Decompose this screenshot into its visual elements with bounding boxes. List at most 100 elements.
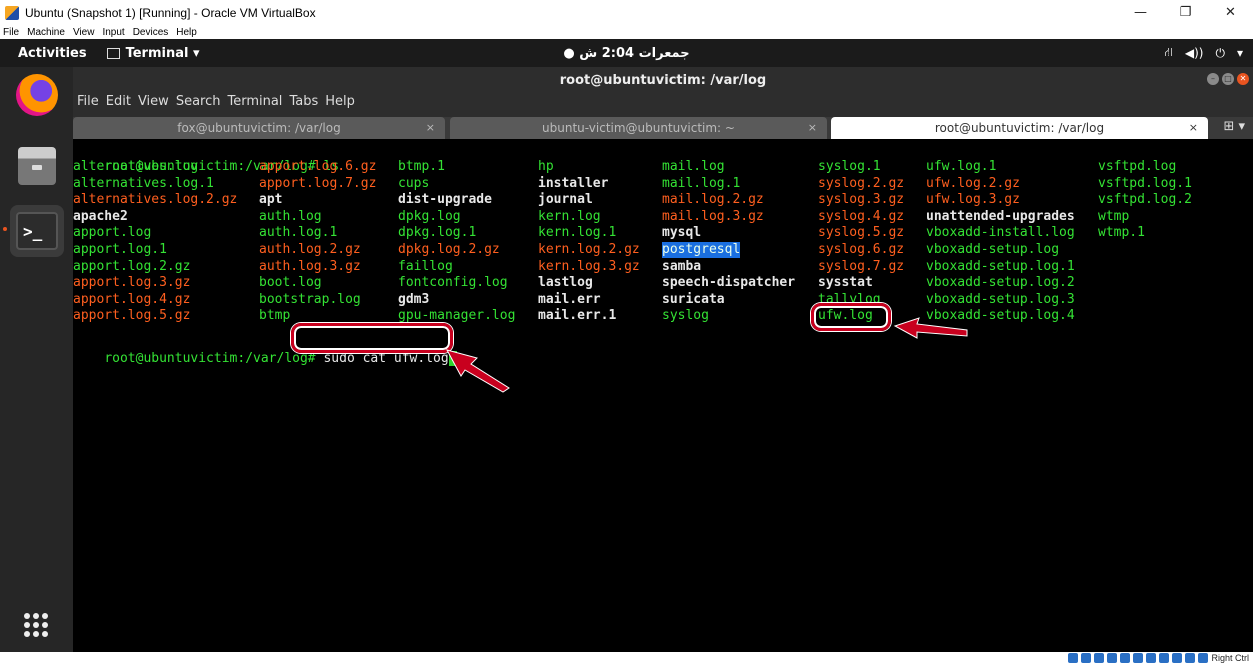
terminal-small-icon	[106, 47, 120, 59]
vbox-menu-help[interactable]: Help	[176, 27, 197, 38]
ls-entry: installer	[538, 175, 609, 191]
terminal-window-controls: – □ ✕	[1207, 73, 1249, 85]
keyboard-icon	[1198, 653, 1209, 663]
shared-folder-icon	[1133, 653, 1144, 663]
ls-entry: mail.err	[538, 291, 601, 307]
ls-entry: syslog.2.gz	[818, 175, 905, 191]
terminal-icon: >_	[16, 212, 58, 250]
ls-entry: alternatives.log.2.gz	[73, 192, 238, 208]
terminal-menu-search[interactable]: Search	[176, 94, 221, 109]
ls-entry: auth.log.2.gz	[259, 242, 361, 257]
close-icon[interactable]: ×	[426, 121, 435, 134]
ls-entry: mail.log.2.gz	[662, 192, 764, 208]
ls-entry: dist-upgrade	[398, 192, 492, 208]
ls-entry: syslog.5.gz	[818, 225, 905, 241]
activities-button[interactable]: Activities	[18, 46, 87, 61]
terminal-minimize-button[interactable]: –	[1207, 73, 1219, 85]
close-icon[interactable]: ×	[808, 121, 817, 134]
terminal-menu-file[interactable]: File	[77, 94, 99, 109]
terminal-menu-terminal[interactable]: Terminal	[227, 94, 282, 109]
ls-entry: apport.log.1	[73, 242, 167, 257]
terminal-output[interactable]: root@ubuntuvictim:/var/log# ls alternati…	[73, 139, 1253, 652]
vbox-menubar: File Machine View Input Devices Help	[0, 25, 1253, 39]
ls-entry: wtmp	[1098, 208, 1130, 224]
terminal-menu-view[interactable]: View	[138, 94, 169, 109]
terminal-menu-edit[interactable]: Edit	[106, 94, 131, 109]
new-tab-icon[interactable]: ⊞ ▾	[1223, 119, 1245, 134]
files-icon	[18, 147, 56, 185]
ls-entry: cups	[398, 175, 430, 191]
ls-entry: ufw.log.1	[926, 159, 997, 174]
ls-entry: mail.log.1	[662, 175, 741, 191]
ls-entry: btmp.1	[398, 159, 445, 174]
vbox-menu-input[interactable]: Input	[102, 27, 124, 38]
ls-entry: samba	[662, 258, 702, 274]
ls-entry: postgresql	[662, 242, 741, 258]
system-tray[interactable]: ⛙ ◀)) ⏻ ▾	[1164, 39, 1243, 67]
tab-root[interactable]: root@ubuntuvictim: /var/log ×	[831, 117, 1208, 139]
close-button[interactable]: ✕	[1208, 0, 1253, 25]
ls-entry: kern.log.1	[538, 225, 617, 241]
arrow-to-command-icon	[446, 349, 510, 393]
close-icon[interactable]: ×	[1189, 121, 1198, 134]
ls-entry: syslog.4.gz	[818, 208, 905, 224]
vbox-menu-file[interactable]: File	[3, 27, 19, 38]
dock-files[interactable]	[10, 140, 64, 192]
terminal-menu-tabs[interactable]: Tabs	[289, 94, 318, 109]
ls-entry: apport.log.7.gz	[259, 175, 377, 191]
ls-entry: syslog	[662, 308, 709, 324]
network-icon: ⛙	[1164, 45, 1173, 59]
ls-entry: fontconfig.log	[398, 275, 508, 291]
ls-entry: auth.log.1	[259, 225, 338, 241]
ls-entry: alternatives.log	[73, 159, 199, 174]
minimize-button[interactable]: —	[1118, 0, 1163, 25]
ls-entry: boot.log	[259, 275, 322, 291]
terminal-maximize-button[interactable]: □	[1222, 73, 1234, 85]
chevron-down-icon: ▾	[1236, 46, 1243, 60]
virtualbox-logo-icon	[5, 5, 19, 20]
terminal-close-button[interactable]: ✕	[1237, 73, 1249, 85]
terminal-menu-help[interactable]: Help	[325, 94, 355, 109]
ls-entry: bootstrap.log	[259, 291, 361, 307]
maximize-button[interactable]: ❐	[1163, 0, 1208, 25]
ls-entry: vboxadd-setup.log.2	[926, 275, 1075, 291]
dock-firefox[interactable]	[10, 69, 64, 121]
ls-entry: speech-dispatcher	[662, 275, 796, 291]
ls-entry: vsftpd.log	[1098, 159, 1177, 174]
ls-entry: apport.log.6.gz	[259, 159, 377, 174]
ls-entry: vsftpd.log.2	[1098, 192, 1192, 208]
app-menu[interactable]: Terminal ▾	[106, 46, 200, 61]
ls-entry: vboxadd-install.log	[926, 225, 1075, 241]
ls-entry: apache2	[73, 208, 128, 224]
vbox-titlebar: Ubuntu (Snapshot 1) [Running] - Oracle V…	[0, 0, 1253, 25]
ls-entry: vboxadd-setup.log.3	[926, 291, 1075, 307]
power-icon: ⏻	[1215, 45, 1225, 60]
annotation-ufwlog-highlight	[811, 303, 891, 331]
terminal-title: root@ubuntuvictim: /var/log	[559, 73, 767, 88]
vbox-window-title: Ubuntu (Snapshot 1) [Running] - Oracle V…	[25, 5, 316, 20]
dock: >_	[0, 67, 73, 652]
tab-label: root@ubuntuvictim: /var/log	[934, 121, 1105, 135]
typed-command[interactable]: sudo cat ufw.log	[316, 351, 448, 366]
clock[interactable]: ● جمعرات 2:04 ش	[563, 46, 689, 61]
tab-fox[interactable]: fox@ubuntuvictim: /var/log ×	[73, 117, 445, 139]
audio-icon	[1094, 653, 1105, 663]
dock-terminal[interactable]: >_	[10, 205, 64, 257]
ls-entry: syslog.7.gz	[818, 258, 905, 274]
prompt: root@ubuntuvictim:/var/log#	[104, 351, 316, 366]
ls-entry: gdm3	[398, 291, 430, 307]
ls-entry: mail.log	[662, 159, 725, 174]
network-status-icon	[1107, 653, 1118, 663]
vbox-menu-devices[interactable]: Devices	[133, 27, 169, 38]
ls-entry: sysstat	[818, 275, 873, 291]
vbox-menu-machine[interactable]: Machine	[27, 27, 65, 38]
vbox-menu-view[interactable]: View	[73, 27, 95, 38]
tab-label: ubuntu-victim@ubuntuvictim: ~	[542, 121, 735, 135]
show-applications-icon[interactable]	[24, 613, 48, 637]
running-indicator	[3, 227, 7, 231]
ls-entry: syslog.6.gz	[818, 242, 905, 257]
tab-ubuntu-victim[interactable]: ubuntu-victim@ubuntuvictim: ~ ×	[450, 117, 827, 139]
host-key-label: Right Ctrl	[1211, 653, 1249, 663]
cd-icon	[1081, 653, 1092, 663]
vbox-statusbar: Right Ctrl	[0, 652, 1253, 664]
